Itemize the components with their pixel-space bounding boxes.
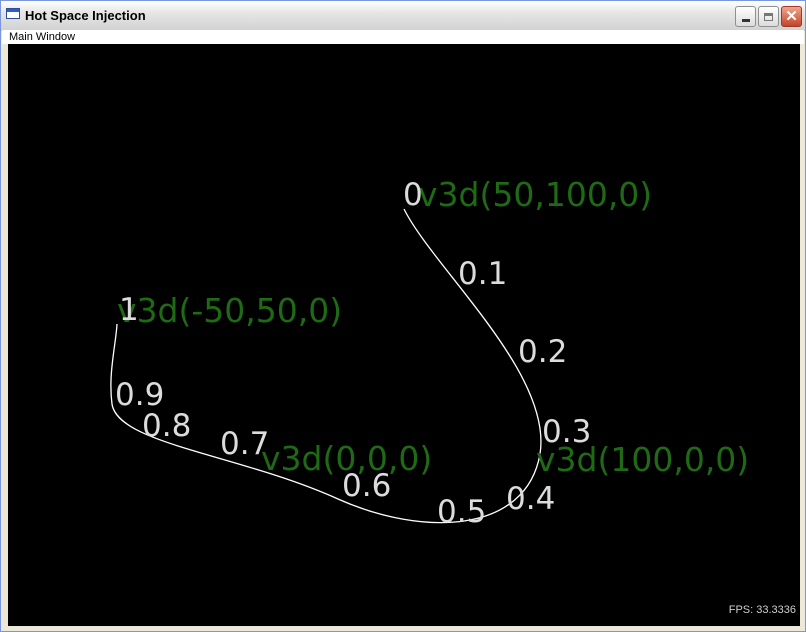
minimize-icon <box>741 19 750 22</box>
menu-item-main-window[interactable]: Main Window <box>9 30 75 44</box>
param-label: 0.6 <box>342 468 392 504</box>
param-label: 0.3 <box>542 414 592 450</box>
close-icon: ✕ <box>785 8 798 25</box>
param-label: 1 <box>119 292 139 328</box>
param-label: 0.7 <box>220 426 270 462</box>
param-label: 0.1 <box>458 256 508 292</box>
minimize-button[interactable] <box>735 6 756 27</box>
maximize-button[interactable] <box>758 6 779 27</box>
menu-bar: Main Window <box>2 30 804 44</box>
curve-canvas <box>110 208 542 524</box>
param-label: 0.4 <box>506 481 556 517</box>
close-button[interactable]: ✕ <box>781 6 802 27</box>
control-point-label: v3d(-50,50,0) <box>117 291 343 330</box>
maximize-icon <box>764 12 773 21</box>
app-window-icon <box>6 8 20 19</box>
fps-counter: FPS: 33.3336 <box>728 604 796 616</box>
param-label: 0 <box>403 177 423 213</box>
render-viewport[interactable]: v3d(50,100,0) v3d(-50,50,0) v3d(0,0,0) v… <box>8 44 800 626</box>
title-bar[interactable]: Hot Space Injection ✕ <box>1 1 805 31</box>
param-label: 0.9 <box>115 377 165 413</box>
app-window: Hot Space Injection ✕ Main Window v3d(50… <box>0 0 806 632</box>
param-label: 0.2 <box>518 334 568 370</box>
window-title: Hot Space Injection <box>25 8 146 23</box>
param-label: 0.5 <box>437 494 487 530</box>
param-label: 0.8 <box>142 408 192 444</box>
control-point-label: v3d(50,100,0) <box>418 175 653 214</box>
